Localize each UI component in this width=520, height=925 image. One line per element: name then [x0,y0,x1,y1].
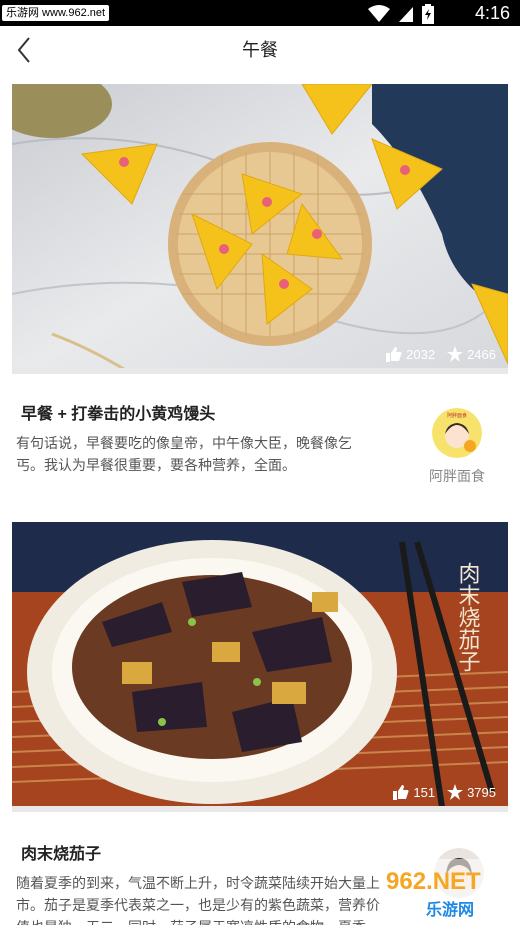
recipe-photo[interactable]: 2032 2466 [12,84,508,374]
likes-count: 151 [413,784,436,800]
image-caption: 肉末烧茄子 [455,562,481,672]
star-icon [447,784,464,800]
recipe-stats: 151 3795 [393,784,496,800]
status-bar: 乐游网 www.962.net 4:16 [0,0,520,26]
favorites-stat[interactable]: 3795 [447,784,496,800]
watermark-badge: 乐游网 www.962.net [2,5,110,21]
recipe-image [12,84,508,374]
recipe-image: 肉末烧茄子 [12,522,508,812]
photo-divider [12,806,508,812]
wifi-icon [368,5,390,22]
app-header: 午餐 [0,26,520,74]
thumbs-up-icon [386,347,402,362]
likes-stat[interactable]: 2032 [386,346,435,362]
battery-icon [422,4,434,24]
recipe-card[interactable]: 肉末烧茄子 151 3795 肉末烧茄子 随着夏季的到来，气温不断上升，时令蔬菜… [12,522,508,925]
recipe-photo[interactable]: 肉末烧茄子 151 3795 [12,522,508,812]
page-title: 午餐 [242,40,278,60]
recipe-description: 有句话说，早餐要吃的像皇帝，中午像大臣，晚餐像乞丐。我认为早餐很重要，要各种营养… [16,435,352,473]
favorites-count: 3795 [467,784,496,800]
watermark-logo: 962.NET 乐游网 [380,859,520,925]
author-name[interactable]: 阿胖面食 [407,466,507,486]
likes-stat[interactable]: 151 [393,784,435,800]
author-avatar-image: 阿胖面食 [432,408,482,458]
likes-count: 2032 [406,346,436,362]
status-icons [368,4,434,24]
thumbs-up-icon [393,785,409,800]
recipe-card[interactable]: 2032 2466 早餐 + 打拳击的小黄鸡馒头 有句话说，早餐要吃的像皇帝，中… [12,84,508,484]
clock: 4:16 [474,3,510,23]
author-badge-text: 阿胖面食 [447,412,467,419]
recipe-description: 随着夏季的到来，气温不断上升，时令蔬菜陆续开始大量上市。茄子是夏季代表菜之一，也… [16,875,380,925]
favorites-count: 2466 [467,346,496,362]
recipe-title[interactable]: 早餐 + 打拳击的小黄鸡馒头 [21,400,215,424]
recipe-stats: 2032 2466 [386,346,496,362]
photo-divider [12,368,508,374]
star-icon [447,346,464,362]
signal-icon [399,7,413,22]
avatar[interactable]: 阿胖面食 [432,408,482,458]
favorites-stat[interactable]: 2466 [447,346,496,362]
site-watermark: 962.NET 乐游网 [380,859,520,925]
watermark-logo-text: 962.NET [386,868,481,895]
watermark-site-text: 乐游网 [426,900,474,919]
recipe-title[interactable]: 肉末烧茄子 [21,840,101,864]
